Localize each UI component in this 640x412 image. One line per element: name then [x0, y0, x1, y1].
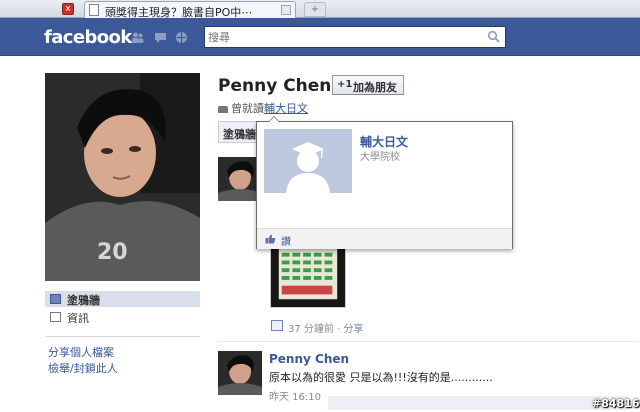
search-icon[interactable]	[487, 30, 501, 44]
tab-wall[interactable]: 塗鴉牆	[218, 121, 258, 143]
thumbs-up-icon[interactable]	[265, 234, 276, 244]
graduation-cap-icon	[218, 105, 228, 113]
share-profile-link[interactable]: 分享個人檔案	[48, 344, 114, 360]
facebook-logo[interactable]: facebook	[44, 27, 132, 48]
profile-photo[interactable]: 20	[45, 73, 200, 281]
svg-text:20: 20	[97, 240, 128, 265]
report-block-link[interactable]: 檢舉/封鎖此人	[48, 360, 118, 376]
post-text: 原本以為的很愛 只是以為!!!沒有的是............	[269, 371, 493, 384]
sidebar-item-info[interactable]: 資訊	[45, 309, 200, 325]
friend-requests-icon[interactable]	[131, 31, 144, 44]
post-time[interactable]: 昨天 16:10	[269, 388, 321, 403]
share-icon[interactable]	[271, 320, 283, 331]
hovercard-arrow-inner	[269, 117, 279, 122]
watermark: #84816	[592, 397, 640, 410]
post-time[interactable]: 37 分鐘前	[288, 324, 334, 335]
divider	[45, 336, 200, 337]
profile-name: Penny Chen	[218, 76, 332, 96]
add-friend-icon: +1	[337, 79, 353, 90]
share-link[interactable]: 分享	[343, 324, 363, 335]
photo-thumbnail[interactable]	[270, 244, 346, 308]
browser-tab[interactable]: 頭獎得主現身？臉書自PO中⋯	[84, 1, 296, 19]
hovercard-footer: 讚	[257, 228, 512, 249]
new-tab-button[interactable]: +	[304, 2, 326, 17]
sidebar-item-label: 塗鴉牆	[67, 294, 100, 307]
tab-close-icon[interactable]	[281, 5, 291, 15]
close-tab-icon[interactable]: x	[62, 3, 74, 15]
browser-tab-strip: x 頭獎得主現身？臉書自PO中⋯ +	[0, 0, 640, 19]
search-box[interactable]	[204, 26, 506, 48]
education-school-link[interactable]: 輔大日文	[264, 102, 308, 115]
avatar[interactable]	[218, 351, 262, 395]
notifications-icon[interactable]	[175, 31, 188, 44]
education-info: 曾就讀輔大日文	[218, 100, 308, 116]
info-icon	[50, 312, 61, 322]
messages-icon[interactable]	[154, 31, 167, 44]
post-author[interactable]: Penny Chen	[269, 352, 349, 366]
post-meta: 37 分鐘前 · 分享	[288, 320, 363, 335]
wall-icon	[50, 294, 61, 304]
facebook-header: facebook	[0, 18, 640, 56]
add-friend-button[interactable]: +1 加為朋友	[332, 75, 404, 95]
divider	[218, 341, 638, 342]
meta-separator: ·	[337, 324, 341, 335]
page-icon	[89, 4, 99, 16]
search-input[interactable]	[208, 30, 468, 44]
sidebar-item-wall[interactable]: 塗鴉牆	[45, 291, 200, 307]
comment-box[interactable]	[328, 396, 628, 410]
like-link[interactable]: 讚	[281, 233, 291, 248]
tab-label: 塗鴉牆	[223, 128, 256, 141]
hovercard-subtitle: 大學院校	[360, 152, 400, 163]
education-prefix: 曾就讀	[231, 102, 264, 115]
school-placeholder-icon[interactable]	[264, 129, 352, 193]
sidebar-item-label: 資訊	[67, 312, 89, 325]
school-hovercard: 輔大日文 大學院校 讚	[256, 116, 513, 249]
add-friend-label: 加為朋友	[353, 81, 397, 94]
